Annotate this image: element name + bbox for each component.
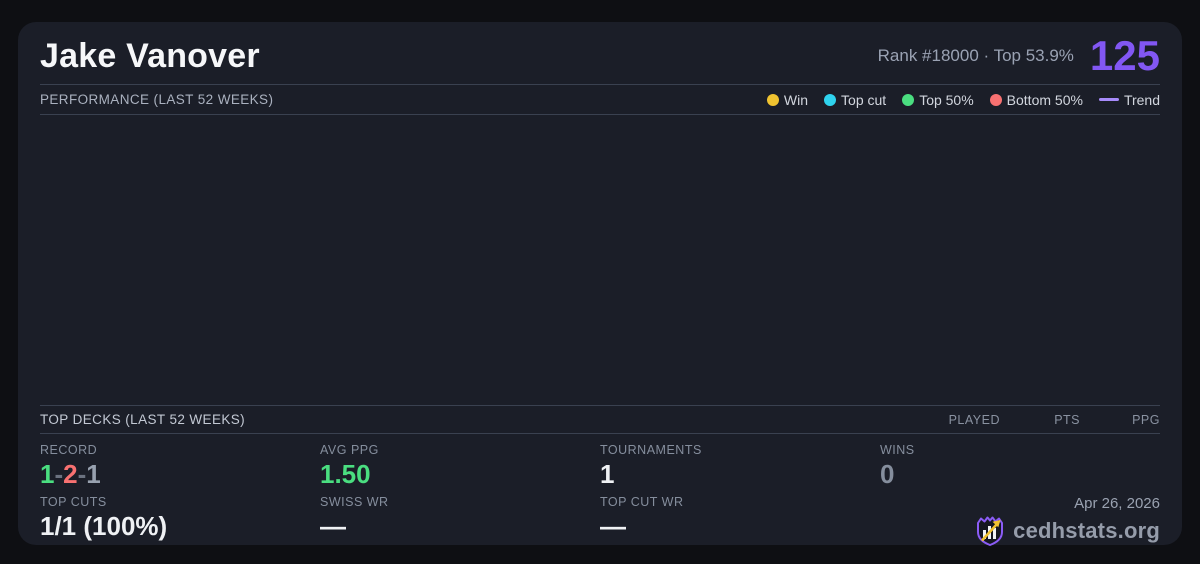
column-header-played: PLAYED	[948, 412, 1000, 427]
stat-avg-ppg: AVG PPG 1.50	[320, 441, 600, 493]
legend-label: Win	[783, 91, 809, 108]
cedhstats-shield-logo-icon	[977, 516, 1004, 546]
record-value: 1-2-1	[40, 460, 320, 489]
player-name: Jake Vanover	[40, 36, 260, 75]
stat-label: AVG PPG	[320, 443, 379, 457]
legend-item-top-cut[interactable]: Top cut	[824, 92, 886, 108]
stat-record: RECORD 1-2-1	[40, 441, 320, 493]
brand-link[interactable]: cedhstats.org	[975, 515, 1160, 547]
card-footer: Apr 26, 2026 cedhstats.org	[880, 493, 1160, 551]
card-header: Jake Vanover Rank #18000 · Top 53.9% 125	[40, 22, 1160, 84]
legend-label: Top 50%	[919, 91, 974, 108]
summary-stats-grid: RECORD 1-2-1 AVG PPG 1.50 TOURNAMENTS 1 …	[40, 434, 1160, 551]
legend-item-win[interactable]: Win	[766, 91, 809, 108]
legend-item-bottom-50[interactable]: Bottom 50%	[989, 91, 1083, 108]
top-50-dot-icon	[902, 93, 915, 106]
rank-text: Rank #18000 · Top 53.9%	[877, 46, 1074, 65]
performance-section-title: PERFORMANCE (LAST 52 WEEKS)	[40, 92, 274, 107]
bottom-50-dot-icon	[989, 93, 1002, 106]
stat-label: RECORD	[40, 443, 98, 457]
top-decks-column-headers: PLAYED PTS PPG	[920, 413, 1160, 427]
tournaments-value: 1	[600, 459, 615, 489]
legend-label: Top cut	[841, 91, 887, 108]
top-cuts-value: 1/1 (100%)	[40, 511, 168, 541]
column-header-ppg: PPG	[1132, 412, 1160, 427]
performance-chart-area	[40, 115, 1160, 405]
swiss-wr-value: —	[320, 511, 346, 541]
stat-label: TOURNAMENTS	[600, 443, 702, 457]
top-cut-dot-icon	[824, 93, 837, 106]
avg-ppg-value: 1.50	[320, 459, 371, 489]
win-dot-icon	[766, 93, 779, 106]
stat-label: SWISS WR	[320, 495, 389, 509]
stat-label: TOP CUTS	[40, 495, 107, 509]
trend-line-icon	[1098, 98, 1119, 101]
top-decks-section-title: TOP DECKS (LAST 52 WEEKS)	[40, 412, 246, 427]
performance-header-row: PERFORMANCE (LAST 52 WEEKS) Win Top cut …	[40, 85, 1160, 114]
record-losses: 2	[63, 459, 78, 489]
stat-tournaments: TOURNAMENTS 1	[600, 441, 880, 493]
record-sep: -	[54, 459, 64, 489]
legend-label: Trend	[1123, 91, 1160, 108]
wins-value: 0	[880, 459, 895, 489]
player-score: 125	[1089, 32, 1160, 79]
column-header-pts: PTS	[1054, 412, 1080, 427]
stat-top-cuts: TOP CUTS 1/1 (100%)	[40, 493, 320, 545]
stat-label: TOP CUT WR	[600, 495, 684, 509]
record-wins: 1	[40, 459, 55, 489]
top-decks-header-row: TOP DECKS (LAST 52 WEEKS) PLAYED PTS PPG	[40, 406, 1160, 433]
brand-text: cedhstats.org	[1013, 518, 1160, 543]
top-cut-wr-value: —	[600, 511, 626, 541]
legend-item-trend[interactable]: Trend	[1098, 91, 1160, 108]
record-sep: -	[77, 459, 87, 489]
legend-item-top-50[interactable]: Top 50%	[902, 91, 974, 108]
chart-legend: Win Top cut Top 50% Bottom 50% Trend	[766, 91, 1160, 108]
rank-summary: Rank #18000 · Top 53.9% 125	[878, 35, 1160, 77]
record-draws: 1	[86, 459, 101, 489]
stat-label: WINS	[880, 443, 915, 457]
stat-wins: WINS 0	[880, 441, 1160, 493]
player-stats-card: Jake Vanover Rank #18000 · Top 53.9% 125…	[18, 22, 1182, 546]
generated-date: Apr 26, 2026	[1074, 495, 1160, 512]
legend-label: Bottom 50%	[1006, 91, 1083, 108]
stat-top-cut-wr: TOP CUT WR —	[600, 493, 880, 545]
stat-swiss-wr: SWISS WR —	[320, 493, 600, 545]
